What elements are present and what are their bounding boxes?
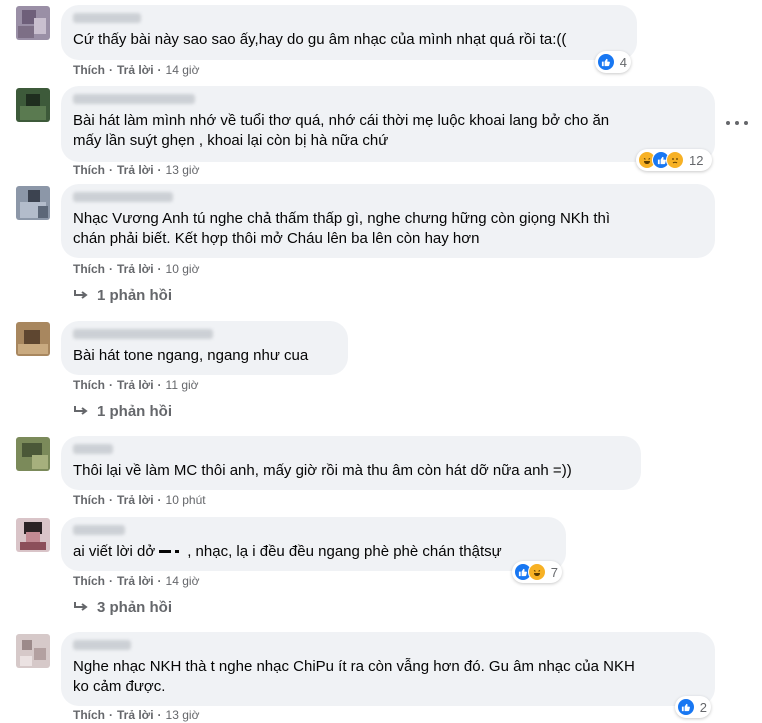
comment-bubble: Cứ thấy bài này sao sao ấy,hay do gu âm … (61, 5, 637, 60)
reply-button[interactable]: Trả lời (117, 378, 154, 392)
reaction-summary[interactable]: 4 (595, 51, 631, 73)
comment-bubble: Nghe nhạc NKH thà t nghe nhạc ChiPu ít r… (61, 632, 715, 706)
reaction-summary[interactable]: 2 (675, 696, 711, 718)
reply-arrow-icon (74, 290, 88, 299)
sad-reaction-icon (666, 151, 684, 169)
reply-arrow-icon (74, 406, 88, 415)
reaction-count: 4 (619, 54, 627, 70)
timestamp[interactable]: 10 phút (166, 493, 206, 507)
reply-count: 1 phản hồi (97, 403, 172, 420)
comment-text: Thôi lại về làm MC thôi anh, mấy giờ rồi… (73, 462, 572, 479)
reaction-count: 2 (699, 699, 707, 715)
avatar[interactable] (16, 437, 50, 471)
like-button[interactable]: Thích (73, 574, 105, 588)
redacted-word (157, 545, 185, 559)
timestamp[interactable]: 14 giờ (166, 63, 200, 77)
comment-actions: Thích · Trả lời · 11 giờ (73, 378, 199, 392)
view-replies-link[interactable]: 1 phản hồi (73, 286, 172, 306)
comment-text: Bài hát tone ngang, ngang như cua (73, 347, 309, 364)
comment-actions: Thích · Trả lời · 14 giờ (73, 574, 200, 588)
reply-button[interactable]: Trả lời (117, 493, 154, 507)
comment-text: Bài hát làm mình nhớ về tuổi thơ quá, nh… (73, 112, 610, 149)
like-reaction-icon (597, 53, 615, 71)
reaction-count: 12 (689, 152, 704, 168)
reply-count: 3 phản hồi (97, 599, 172, 616)
comment-bubble: Bài hát làm mình nhớ về tuổi thơ quá, nh… (61, 86, 715, 162)
reply-arrow-icon (74, 602, 88, 611)
timestamp[interactable]: 10 giờ (166, 262, 200, 276)
avatar[interactable] (16, 322, 50, 356)
like-button[interactable]: Thích (73, 163, 105, 177)
reply-count: 1 phản hồi (97, 287, 172, 304)
comment-actions: Thích · Trả lời · 14 giờ (73, 63, 200, 77)
avatar[interactable] (16, 6, 50, 40)
comment-text: Nghe nhạc NKH thà t nghe nhạc ChiPu ít r… (73, 658, 635, 695)
like-button[interactable]: Thích (73, 63, 105, 77)
haha-reaction-icon (527, 563, 546, 581)
comment-text: Nhạc Vương Anh tú nghe chả thấm thấp gì,… (73, 210, 610, 247)
reply-button[interactable]: Trả lời (117, 163, 154, 177)
like-button[interactable]: Thích (73, 262, 105, 276)
comment-actions: Thích · Trả lời · 13 giờ (73, 708, 200, 722)
comment-actions: Thích · Trả lời · 13 giờ (73, 163, 200, 177)
author-name-redacted[interactable] (73, 192, 173, 202)
author-name-redacted[interactable] (73, 329, 213, 339)
timestamp[interactable]: 11 giờ (166, 378, 199, 392)
comment-text: Cứ thấy bài này sao sao ấy,hay do gu âm … (73, 31, 567, 48)
avatar[interactable] (16, 186, 50, 220)
author-name-redacted[interactable] (73, 640, 131, 650)
avatar[interactable] (16, 518, 50, 552)
reaction-count: 7 (550, 564, 558, 580)
comment-bubble: ai viết lời dở, nhạc, lạ i đều đều ngang… (61, 517, 566, 571)
author-name-redacted[interactable] (73, 444, 113, 454)
author-name-redacted[interactable] (73, 13, 141, 23)
comment-bubble: Nhạc Vương Anh tú nghe chả thấm thấp gì,… (61, 184, 715, 258)
reply-button[interactable]: Trả lời (117, 63, 154, 77)
comment-actions: Thích · Trả lời · 10 phút (73, 493, 206, 507)
author-name-redacted[interactable] (73, 94, 195, 104)
author-name-redacted[interactable] (73, 525, 125, 535)
avatar[interactable] (16, 634, 50, 668)
reaction-summary[interactable]: 7 (512, 561, 562, 583)
like-reaction-icon (677, 698, 695, 716)
comment-actions: Thích · Trả lời · 10 giờ (73, 262, 200, 276)
avatar[interactable] (16, 88, 50, 122)
reply-button[interactable]: Trả lời (117, 262, 154, 276)
like-button[interactable]: Thích (73, 378, 105, 392)
view-replies-link[interactable]: 3 phản hồi (73, 598, 172, 618)
timestamp[interactable]: 13 giờ (166, 163, 200, 177)
like-button[interactable]: Thích (73, 493, 105, 507)
more-horizontal-icon[interactable] (726, 117, 748, 129)
view-replies-link[interactable]: 1 phản hồi (73, 402, 172, 422)
timestamp[interactable]: 14 giờ (166, 574, 200, 588)
reply-button[interactable]: Trả lời (117, 574, 154, 588)
comment-bubble: Bài hát tone ngang, ngang như cua (61, 321, 348, 375)
reaction-summary[interactable]: 12 (636, 149, 712, 171)
comment-bubble: Thôi lại về làm MC thôi anh, mấy giờ rồi… (61, 436, 641, 490)
comment-text: ai viết lời dở, nhạc, lạ i đều đều ngang… (73, 543, 502, 560)
